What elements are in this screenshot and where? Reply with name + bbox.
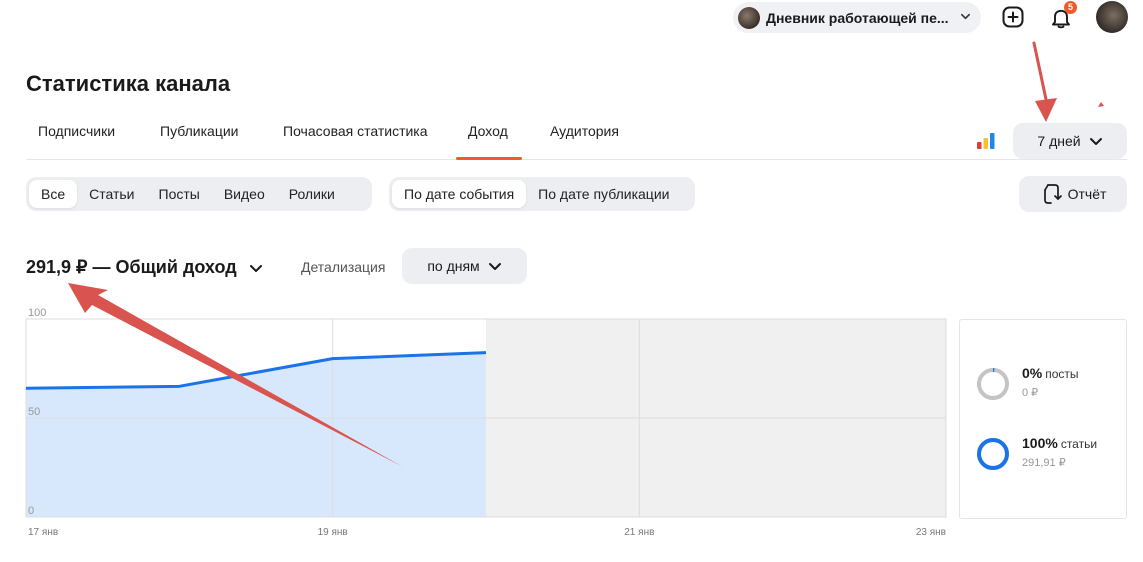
active-tab-indicator bbox=[456, 157, 522, 160]
report-refresh-icon bbox=[1043, 184, 1062, 204]
annotation-arrow-period bbox=[1032, 41, 1057, 122]
legend-articles-amount: 291,91 ₽ bbox=[1022, 457, 1066, 469]
period-label: 7 дней bbox=[1037, 133, 1081, 149]
user-avatar[interactable] bbox=[1096, 1, 1128, 33]
income-chart: 100 50 0 17 янв 19 янв 21 янв 23 янв bbox=[25, 307, 947, 538]
report-label: Отчёт bbox=[1067, 186, 1107, 202]
chevron-down-icon bbox=[961, 13, 970, 20]
donut-posts bbox=[977, 368, 1009, 400]
tab-income[interactable]: Доход bbox=[468, 123, 508, 139]
tab-subscribers[interactable]: Подписчики bbox=[38, 123, 115, 139]
filter-posts[interactable]: Посты bbox=[147, 180, 212, 208]
stats-tabs: Подписчики Публикации Почасовая статисти… bbox=[26, 112, 1127, 160]
donut-fill bbox=[977, 438, 1009, 470]
legend-posts-name: посты bbox=[1045, 367, 1079, 381]
detail-select[interactable]: по дням bbox=[402, 248, 527, 284]
chevron-down-icon bbox=[249, 264, 262, 272]
legend-articles-percent: 100% bbox=[1022, 435, 1058, 451]
tab-hourly-stats[interactable]: Почасовая статистика bbox=[283, 123, 428, 139]
income-total-value: 291,9 ₽ — Общий доход bbox=[26, 257, 237, 277]
filter-shorts[interactable]: Ролики bbox=[277, 180, 347, 208]
chevron-down-icon bbox=[488, 263, 501, 270]
colored-bars-icon bbox=[977, 133, 995, 149]
notification-badge: 5 bbox=[1064, 1, 1077, 14]
page-title: Статистика канала bbox=[26, 71, 231, 96]
filter-all[interactable]: Все bbox=[29, 180, 78, 208]
legend-item-posts: 0% посты 0 ₽ bbox=[976, 365, 1079, 401]
tab-audience[interactable]: Аудитория bbox=[550, 123, 619, 139]
channel-name: Дневник работающей пе... bbox=[766, 9, 949, 26]
filter-videos[interactable]: Видео bbox=[212, 180, 277, 208]
date-mode-filter: По дате события По дате публикации bbox=[389, 177, 695, 211]
y-tick-label: 50 bbox=[28, 406, 40, 418]
income-total-select[interactable]: 291,9 ₽ — Общий доход bbox=[26, 257, 263, 278]
income-breakdown-card: 0% посты 0 ₽ 100% статьи 291,91 ₽ bbox=[959, 319, 1127, 519]
annotation-mark bbox=[1098, 102, 1104, 107]
plus-square-icon[interactable] bbox=[1001, 5, 1025, 29]
x-tick-label: 17 янв bbox=[28, 527, 58, 538]
filter-by-event-date[interactable]: По дате события bbox=[392, 180, 527, 208]
y-tick-label: 100 bbox=[28, 307, 46, 319]
chevron-down-icon bbox=[1089, 138, 1102, 145]
detail-label: Детализация bbox=[301, 259, 386, 275]
detail-value: по дням bbox=[427, 258, 480, 274]
x-tick-label: 21 янв bbox=[624, 527, 654, 538]
filter-by-publication-date[interactable]: По дате публикации bbox=[526, 180, 681, 208]
filter-articles[interactable]: Статьи bbox=[77, 180, 146, 208]
channel-avatar bbox=[738, 6, 760, 29]
donut-track bbox=[977, 368, 1009, 400]
legend-articles-name: статьи bbox=[1060, 437, 1098, 451]
content-type-filter: Все Статьи Посты Видео Ролики bbox=[26, 177, 372, 211]
period-select[interactable]: 7 дней bbox=[1013, 123, 1127, 159]
y-tick-label: 0 bbox=[28, 505, 34, 517]
tab-publications[interactable]: Публикации bbox=[160, 123, 238, 139]
channel-switcher[interactable]: Дневник работающей пе... bbox=[733, 2, 981, 33]
legend-item-articles: 100% статьи 291,91 ₽ bbox=[976, 435, 1097, 471]
report-button[interactable]: Отчёт bbox=[1019, 176, 1127, 212]
x-tick-label: 19 янв bbox=[318, 527, 348, 538]
legend-posts-amount: 0 ₽ bbox=[1022, 387, 1039, 399]
donut-articles bbox=[977, 438, 1009, 470]
x-tick-label: 23 янв bbox=[916, 527, 946, 538]
legend-posts-percent: 0% bbox=[1022, 365, 1043, 381]
